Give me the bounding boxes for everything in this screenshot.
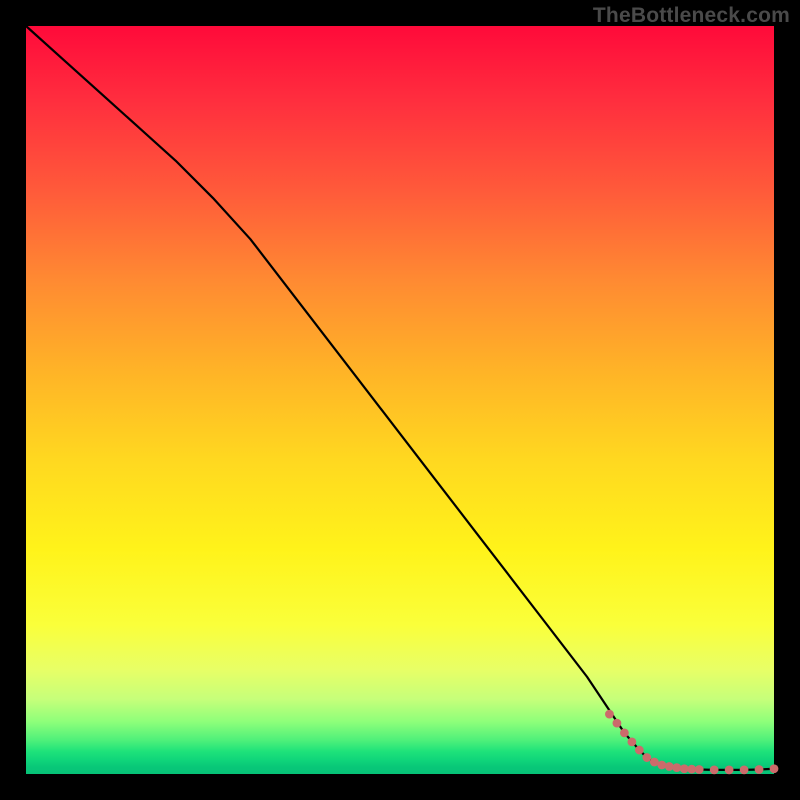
marker-point [672, 763, 681, 772]
marker-point [755, 765, 764, 774]
marker-point [695, 765, 704, 774]
marker-point [740, 765, 749, 774]
bottleneck-markers-group [605, 710, 778, 775]
marker-point [620, 728, 629, 737]
watermark-text: TheBottleneck.com [593, 4, 790, 28]
marker-point [687, 765, 696, 774]
marker-point [657, 761, 666, 770]
marker-point [725, 765, 734, 774]
marker-point [605, 710, 614, 719]
chart-svg [26, 26, 774, 774]
chart-container: TheBottleneck.com [0, 0, 800, 800]
marker-point [613, 719, 622, 728]
marker-point [680, 764, 689, 773]
marker-point [650, 758, 659, 767]
bottleneck-line [26, 26, 774, 770]
marker-point [770, 764, 779, 773]
marker-point [665, 762, 674, 771]
marker-point [642, 753, 651, 762]
marker-point [710, 765, 719, 774]
marker-point [627, 737, 636, 746]
marker-point [635, 746, 644, 755]
